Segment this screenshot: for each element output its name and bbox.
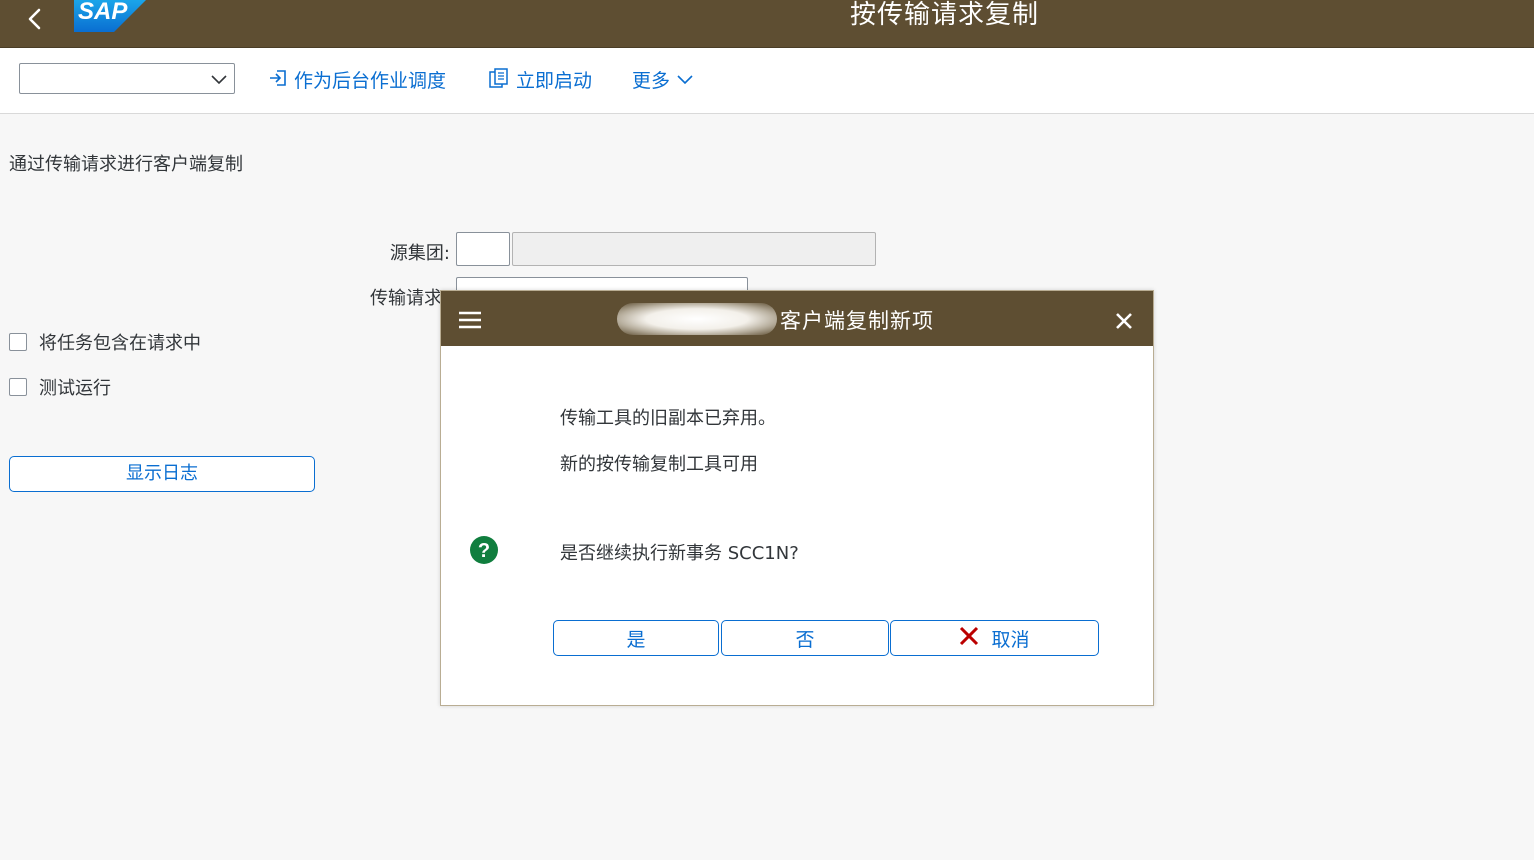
sap-logo-text: SAP — [78, 0, 128, 25]
chevron-down-icon — [210, 72, 228, 91]
include-tasks-label: 将任务包含在请求中 — [39, 333, 201, 354]
cancel-button-label: 取消 — [991, 628, 1030, 651]
yes-button[interactable]: 是 — [553, 620, 719, 656]
background-job-icon — [268, 68, 288, 95]
cancel-button[interactable]: 取消 — [890, 620, 1099, 656]
chevron-down-icon — [676, 68, 694, 94]
source-client-label: 源集团: — [389, 243, 450, 264]
source-client-input[interactable] — [456, 232, 510, 266]
page-title-shell: 按传输请求复制 — [850, 0, 1040, 30]
confirmation-dialog: 客户端复制新项 传输工具的旧副本已弃用。 新的按传输复制工具可用 ? 是否继续执… — [440, 290, 1154, 706]
back-icon[interactable] — [22, 6, 48, 32]
source-client-description — [512, 232, 876, 266]
redacted-area — [617, 303, 777, 335]
include-tasks-checkbox[interactable] — [9, 333, 27, 351]
hamburger-menu-icon[interactable] — [458, 311, 482, 333]
test-run-label: 测试运行 — [39, 378, 111, 399]
test-run-checkbox[interactable] — [9, 378, 27, 396]
include-tasks-row: 将任务包含在请求中 — [9, 329, 201, 355]
yes-button-label: 是 — [626, 628, 646, 651]
schedule-background-job-label: 作为后台作业调度 — [294, 70, 447, 92]
page-title: 通过传输请求进行客户端复制 — [9, 154, 243, 175]
dialog-message-line2: 新的按传输复制工具可用 — [560, 454, 758, 475]
shell-bar: SAP 按传输请求复制 — [0, 0, 1534, 48]
start-immediately-label: 立即启动 — [516, 70, 593, 92]
dialog-header: 客户端复制新项 — [441, 291, 1153, 346]
transport-request-label: 传输请求 — [370, 288, 442, 309]
test-run-row: 测试运行 — [9, 374, 111, 400]
start-immediately-button[interactable]: 立即启动 — [488, 67, 593, 96]
dialog-message-line1: 传输工具的旧副本已弃用。 — [560, 408, 776, 429]
dialog-title: 客户端复制新项 — [780, 309, 934, 333]
no-button[interactable]: 否 — [721, 620, 889, 656]
no-button-label: 否 — [795, 628, 815, 651]
svg-text:?: ? — [478, 540, 490, 562]
show-log-button[interactable]: 显示日志 — [9, 456, 315, 492]
more-menu-label: 更多 — [632, 70, 671, 92]
dialog-question: 是否继续执行新事务 SCC1N? — [560, 543, 799, 564]
question-icon: ? — [469, 535, 499, 569]
document-copy-icon — [488, 67, 510, 96]
toolbar: 作为后台作业调度 立即启动 更多 — [0, 48, 1534, 114]
variant-select[interactable] — [19, 63, 235, 94]
more-menu-button[interactable]: 更多 — [632, 68, 694, 94]
close-icon[interactable] — [1115, 312, 1133, 334]
cancel-icon — [959, 626, 979, 651]
sap-logo[interactable]: SAP — [74, 0, 154, 32]
schedule-background-job-button[interactable]: 作为后台作业调度 — [268, 68, 446, 94]
